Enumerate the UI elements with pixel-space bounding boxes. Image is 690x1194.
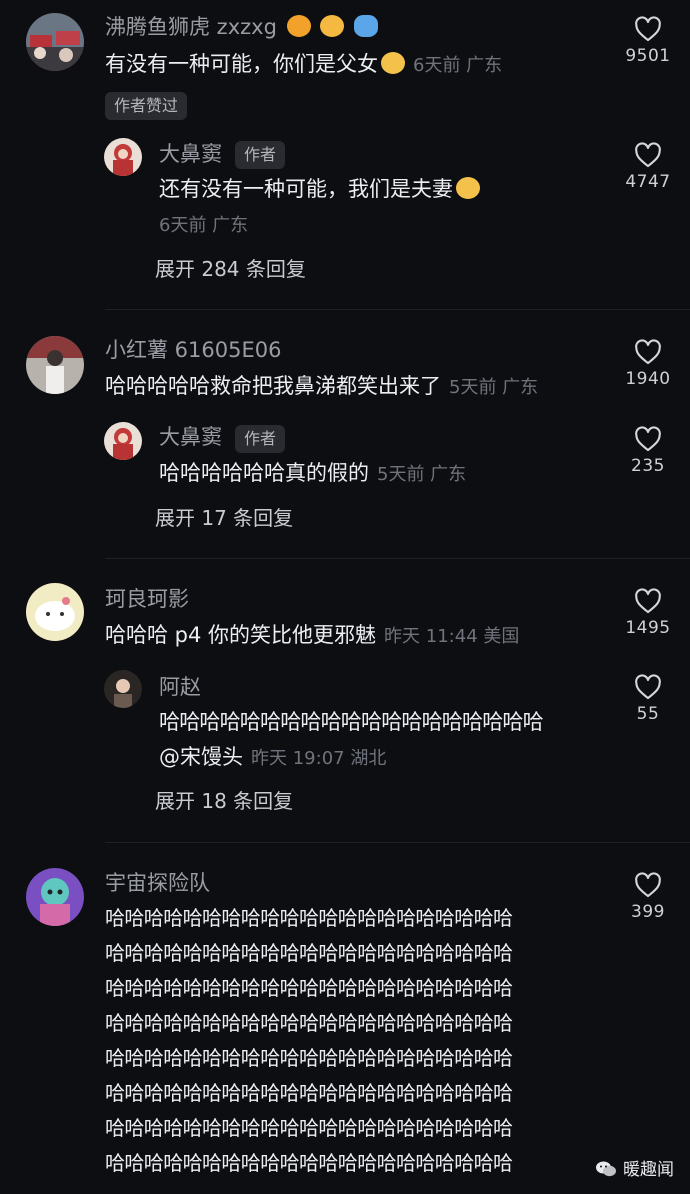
avatar[interactable]	[26, 583, 84, 641]
reply-avatar[interactable]	[104, 670, 142, 708]
comment-body: 哈哈哈哈哈救命把我鼻涕都笑出来了	[105, 374, 441, 398]
heart-outline-icon	[635, 339, 661, 365]
reply-like-button[interactable]: 4747	[608, 142, 688, 192]
heart-outline-icon	[635, 872, 661, 898]
expand-replies-button[interactable]: 展开 284 条回复	[155, 256, 306, 282]
comment-meta: 昨天 11:44 美国	[384, 626, 520, 647]
like-count: 1940	[625, 369, 671, 389]
like-button[interactable]: 399	[608, 872, 688, 922]
comment-text-line[interactable]: 哈哈哈哈哈哈哈哈哈哈哈哈哈哈哈哈哈哈哈哈哈	[105, 1076, 513, 1110]
divider	[105, 558, 690, 559]
reply-like-button[interactable]: 55	[608, 674, 688, 724]
watermark: 暖趣闻	[595, 1155, 674, 1180]
reply-meta: 5天前 广东	[377, 464, 467, 485]
like-count: 4747	[625, 172, 671, 192]
username[interactable]: 宇宙探险队	[105, 870, 210, 896]
reply-body: 还有没有一种可能，我们是夫妻	[159, 177, 453, 201]
comment-meta: 6天前 广东	[413, 55, 503, 76]
reply-text-line2[interactable]: @宋馒头 昨天 19:07 湖北	[159, 744, 386, 772]
comment-text-line[interactable]: 哈哈哈哈哈哈哈哈哈哈哈哈哈哈哈哈哈哈哈哈哈	[105, 1111, 513, 1145]
reply-avatar[interactable]	[104, 422, 142, 460]
grinning-emoji-icon	[381, 52, 405, 74]
reply-body: 哈哈哈哈哈哈真的假的	[159, 461, 369, 485]
comment-meta: 5天前 广东	[449, 377, 539, 398]
comment-body: 哈哈哈 p4 你的笑比他更邪魅	[105, 623, 377, 647]
comment-text-line[interactable]: 哈哈哈哈哈哈哈哈哈哈哈哈哈哈哈哈哈哈哈哈哈	[105, 1041, 513, 1075]
heart-outline-icon	[635, 142, 661, 168]
reply-text[interactable]: 哈哈哈哈哈哈真的假的 5天前 广东	[159, 460, 466, 488]
like-count: 9501	[625, 46, 671, 66]
heart-outline-icon	[635, 16, 661, 42]
comment-text-line[interactable]: 哈哈哈哈哈哈哈哈哈哈哈哈哈哈哈哈哈哈哈哈哈	[105, 971, 513, 1005]
tiger-emoji-icon	[320, 15, 345, 37]
divider	[105, 842, 690, 843]
reply-username[interactable]: 大鼻窦	[159, 141, 222, 167]
expand-replies-button[interactable]: 展开 18 条回复	[155, 788, 293, 814]
comment-text[interactable]: 哈哈哈哈哈救命把我鼻涕都笑出来了 5天前 广东	[105, 373, 538, 401]
reply-avatar[interactable]	[104, 138, 142, 176]
avatar[interactable]	[26, 868, 84, 926]
author-liked-badge: 作者赞过	[105, 92, 188, 120]
like-count: 1495	[625, 618, 671, 638]
reply-username[interactable]: 阿赵	[159, 674, 201, 700]
author-tag: 作者	[235, 425, 286, 453]
reply-like-button[interactable]: 235	[608, 426, 688, 476]
heart-outline-icon	[635, 588, 661, 614]
username[interactable]: 小红薯 61605E06	[105, 337, 281, 363]
comment-body: 有没有一种可能，你们是父女	[105, 52, 378, 76]
comment-text-line[interactable]: 哈哈哈哈哈哈哈哈哈哈哈哈哈哈哈哈哈哈哈哈哈	[105, 1006, 513, 1040]
username[interactable]: 沸腾鱼狮虎 zxzxg	[105, 14, 378, 40]
fish-emoji-icon	[353, 15, 378, 37]
heart-outline-icon	[635, 426, 661, 452]
like-button[interactable]: 9501	[608, 16, 688, 66]
username-text: 沸腾鱼狮虎 zxzxg	[105, 15, 277, 39]
divider	[105, 309, 690, 310]
comment-text-line[interactable]: 哈哈哈哈哈哈哈哈哈哈哈哈哈哈哈哈哈哈哈哈哈	[105, 1146, 513, 1180]
comment-text-line[interactable]: 哈哈哈哈哈哈哈哈哈哈哈哈哈哈哈哈哈哈哈哈哈	[105, 936, 513, 970]
author-tag: 作者	[235, 141, 286, 169]
reply-username[interactable]: 大鼻窦	[159, 424, 222, 450]
grinning-emoji-icon	[456, 177, 480, 199]
avatar[interactable]	[26, 336, 84, 394]
wechat-icon	[596, 1161, 616, 1177]
like-button[interactable]: 1940	[608, 339, 688, 389]
like-button[interactable]: 1495	[608, 588, 688, 638]
comment-text[interactable]: 哈哈哈 p4 你的笑比他更邪魅 昨天 11:44 美国	[105, 622, 519, 650]
like-count: 235	[631, 456, 665, 476]
reply-text[interactable]: 哈哈哈哈哈哈哈哈哈哈哈哈哈哈哈哈哈哈哈	[159, 709, 544, 735]
expand-replies-button[interactable]: 展开 17 条回复	[155, 505, 293, 531]
mention-link[interactable]: @宋馒头	[159, 745, 243, 769]
username[interactable]: 珂良珂影	[105, 586, 189, 612]
comment-text-line[interactable]: 哈哈哈哈哈哈哈哈哈哈哈哈哈哈哈哈哈哈哈哈哈	[105, 901, 513, 935]
lion-emoji-icon	[286, 15, 311, 37]
reply-text[interactable]: 还有没有一种可能，我们是夫妻	[159, 176, 480, 202]
reply-meta: 6天前 广东	[159, 215, 249, 236]
heart-outline-icon	[635, 674, 661, 700]
comment-text[interactable]: 有没有一种可能，你们是父女 6天前 广东	[105, 51, 502, 79]
watermark-text: 暖趣闻	[623, 1160, 674, 1180]
avatar[interactable]	[26, 13, 84, 71]
reply-meta: 昨天 19:07 湖北	[251, 748, 387, 769]
like-count: 399	[631, 902, 665, 922]
like-count: 55	[636, 704, 660, 724]
